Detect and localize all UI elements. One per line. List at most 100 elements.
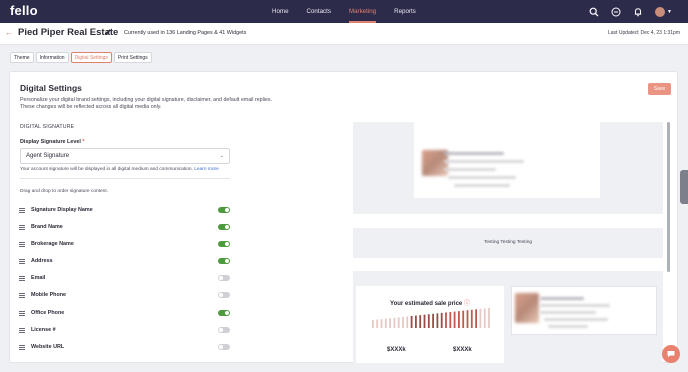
- signature-field-toggle[interactable]: [218, 343, 230, 350]
- nav-home[interactable]: Home: [272, 0, 289, 23]
- signature-field-row[interactable]: Brand Name: [19, 223, 234, 240]
- search-icon[interactable]: [589, 7, 599, 17]
- signature-field-label: Mobile Phone: [31, 292, 67, 299]
- signature-field-row[interactable]: Mobile Phone: [19, 291, 234, 308]
- blurred-line: [540, 304, 610, 307]
- signature-field-toggle[interactable]: [218, 292, 230, 299]
- estimate-bar: [453, 311, 456, 328]
- signature-level-select[interactable]: Agent Signature ⌄: [20, 148, 230, 164]
- estimate-bar: [488, 308, 490, 328]
- signature-field-toggle[interactable]: [218, 224, 230, 231]
- signature-field-list: Signature Display Name Brand Name Brokerag…: [19, 206, 234, 360]
- drag-handle-icon[interactable]: [19, 276, 25, 282]
- nav-links: Home Contacts Marketing Reports: [272, 0, 434, 23]
- estimate-bar: [376, 319, 379, 328]
- chat-button[interactable]: [662, 345, 680, 363]
- edit-pencil-icon[interactable]: [104, 28, 112, 36]
- learn-more-link[interactable]: Learn more: [194, 167, 219, 172]
- signature-field-label: Email: [31, 275, 46, 282]
- estimate-bar: [415, 315, 417, 328]
- estimate-low: $XXXk: [387, 347, 406, 353]
- estimate-bar: [423, 314, 426, 328]
- estimate-bar: [475, 309, 477, 328]
- estimate-title-text: Your estimated sale price: [390, 301, 463, 307]
- drag-handle-icon[interactable]: [19, 242, 25, 248]
- blurred-agent-card: [511, 286, 657, 335]
- estimate-bar: [427, 314, 430, 328]
- signature-field-toggle[interactable]: [218, 258, 230, 265]
- last-updated: Last Updated: Dec 4, 23 1:31pm: [608, 30, 680, 36]
- drag-handle-icon[interactable]: [19, 259, 25, 265]
- nav-marketing[interactable]: Marketing: [348, 0, 377, 23]
- drag-handle-icon[interactable]: [19, 310, 25, 316]
- estimate-bar: [458, 311, 460, 328]
- toggle-knob: [225, 242, 229, 247]
- signature-field-toggle[interactable]: [218, 326, 230, 333]
- signature-field-row[interactable]: Address: [19, 257, 234, 274]
- signature-field-row[interactable]: Office Phone: [19, 309, 234, 326]
- bell-icon[interactable]: [633, 7, 643, 17]
- tab-print-settings[interactable]: Print Settings: [113, 52, 152, 63]
- preview-scrollbar[interactable]: [667, 122, 670, 272]
- blurred-line: [444, 152, 504, 155]
- signature-preview-card: [414, 122, 600, 198]
- signature-field-label: Address: [31, 258, 53, 265]
- nav-icons: ▼: [577, 0, 672, 23]
- signature-level-label-text: Display Signature Level: [20, 139, 81, 145]
- signature-field-row[interactable]: Brokerage Name: [19, 240, 234, 257]
- estimate-bar: [432, 313, 434, 328]
- toggle-knob: [225, 310, 229, 315]
- signature-field-row[interactable]: Email: [19, 274, 234, 291]
- tab-theme[interactable]: Theme: [10, 52, 34, 63]
- tab-information[interactable]: Information: [35, 52, 69, 63]
- toggle-knob: [225, 225, 229, 230]
- signature-field-toggle[interactable]: [218, 241, 230, 248]
- chevron-down-icon[interactable]: ▼: [667, 9, 672, 15]
- estimate-bar: [462, 310, 465, 328]
- signature-field-toggle[interactable]: [218, 275, 230, 282]
- estimate-bar: [419, 315, 422, 328]
- signature-hint-text: Your account signature will be displayed…: [20, 167, 193, 172]
- divider: [20, 178, 230, 179]
- side-panel-tab[interactable]: [680, 170, 688, 204]
- estimate-bars: [372, 308, 490, 328]
- estimate-high: $XXXk: [453, 347, 472, 353]
- section-description: Personalize your digital brand settings,…: [20, 97, 320, 112]
- estimate-bar: [483, 308, 486, 328]
- fello-logo[interactable]: fello: [10, 3, 38, 18]
- blurred-line: [448, 176, 516, 179]
- tab-digital-settings[interactable]: Digital Settings: [70, 52, 112, 63]
- toggle-knob: [219, 293, 223, 298]
- nav-reports[interactable]: Reports: [394, 0, 416, 23]
- signature-field-toggle[interactable]: [218, 207, 230, 213]
- estimate-bar: [372, 320, 374, 328]
- toggle-knob: [225, 208, 229, 212]
- nav-contacts[interactable]: Contacts: [307, 0, 331, 23]
- estimate-bar: [436, 313, 439, 328]
- disclaimer-preview: Testing Testing Testing: [353, 228, 663, 258]
- signature-hint: Your account signature will be displayed…: [20, 167, 219, 172]
- drag-handle-icon[interactable]: [19, 293, 25, 299]
- avatar[interactable]: [655, 6, 666, 17]
- drag-handle-icon[interactable]: [19, 344, 25, 350]
- minus-circle-icon[interactable]: [611, 7, 621, 17]
- signature-field-row[interactable]: License #: [19, 326, 234, 343]
- drag-handle-icon[interactable]: [19, 327, 25, 333]
- signature-field-row[interactable]: Website URL: [19, 343, 234, 360]
- blurred-line: [454, 184, 510, 187]
- required-mark: *: [82, 139, 85, 145]
- signature-field-row[interactable]: Signature Display Name: [19, 206, 234, 223]
- usage-info: Currently used in 136 Landing Pages & 41…: [124, 30, 247, 36]
- drag-handle-icon[interactable]: [19, 208, 25, 213]
- digital-settings-card: Digital Settings Personalize your digita…: [9, 71, 678, 363]
- estimate-bar: [384, 318, 387, 328]
- back-arrow-icon[interactable]: ←: [5, 28, 13, 37]
- signature-field-toggle[interactable]: [218, 309, 230, 316]
- drag-handle-icon[interactable]: [19, 225, 25, 231]
- top-navigation: fello Home Contacts Marketing Reports ▼: [0, 0, 688, 23]
- signature-field-label: Brokerage Name: [31, 241, 74, 248]
- save-button[interactable]: Save: [648, 83, 671, 95]
- estimate-title: Your estimated sale price ⓘ: [356, 298, 504, 307]
- blurred-line: [544, 318, 608, 321]
- blurred-line: [540, 311, 596, 314]
